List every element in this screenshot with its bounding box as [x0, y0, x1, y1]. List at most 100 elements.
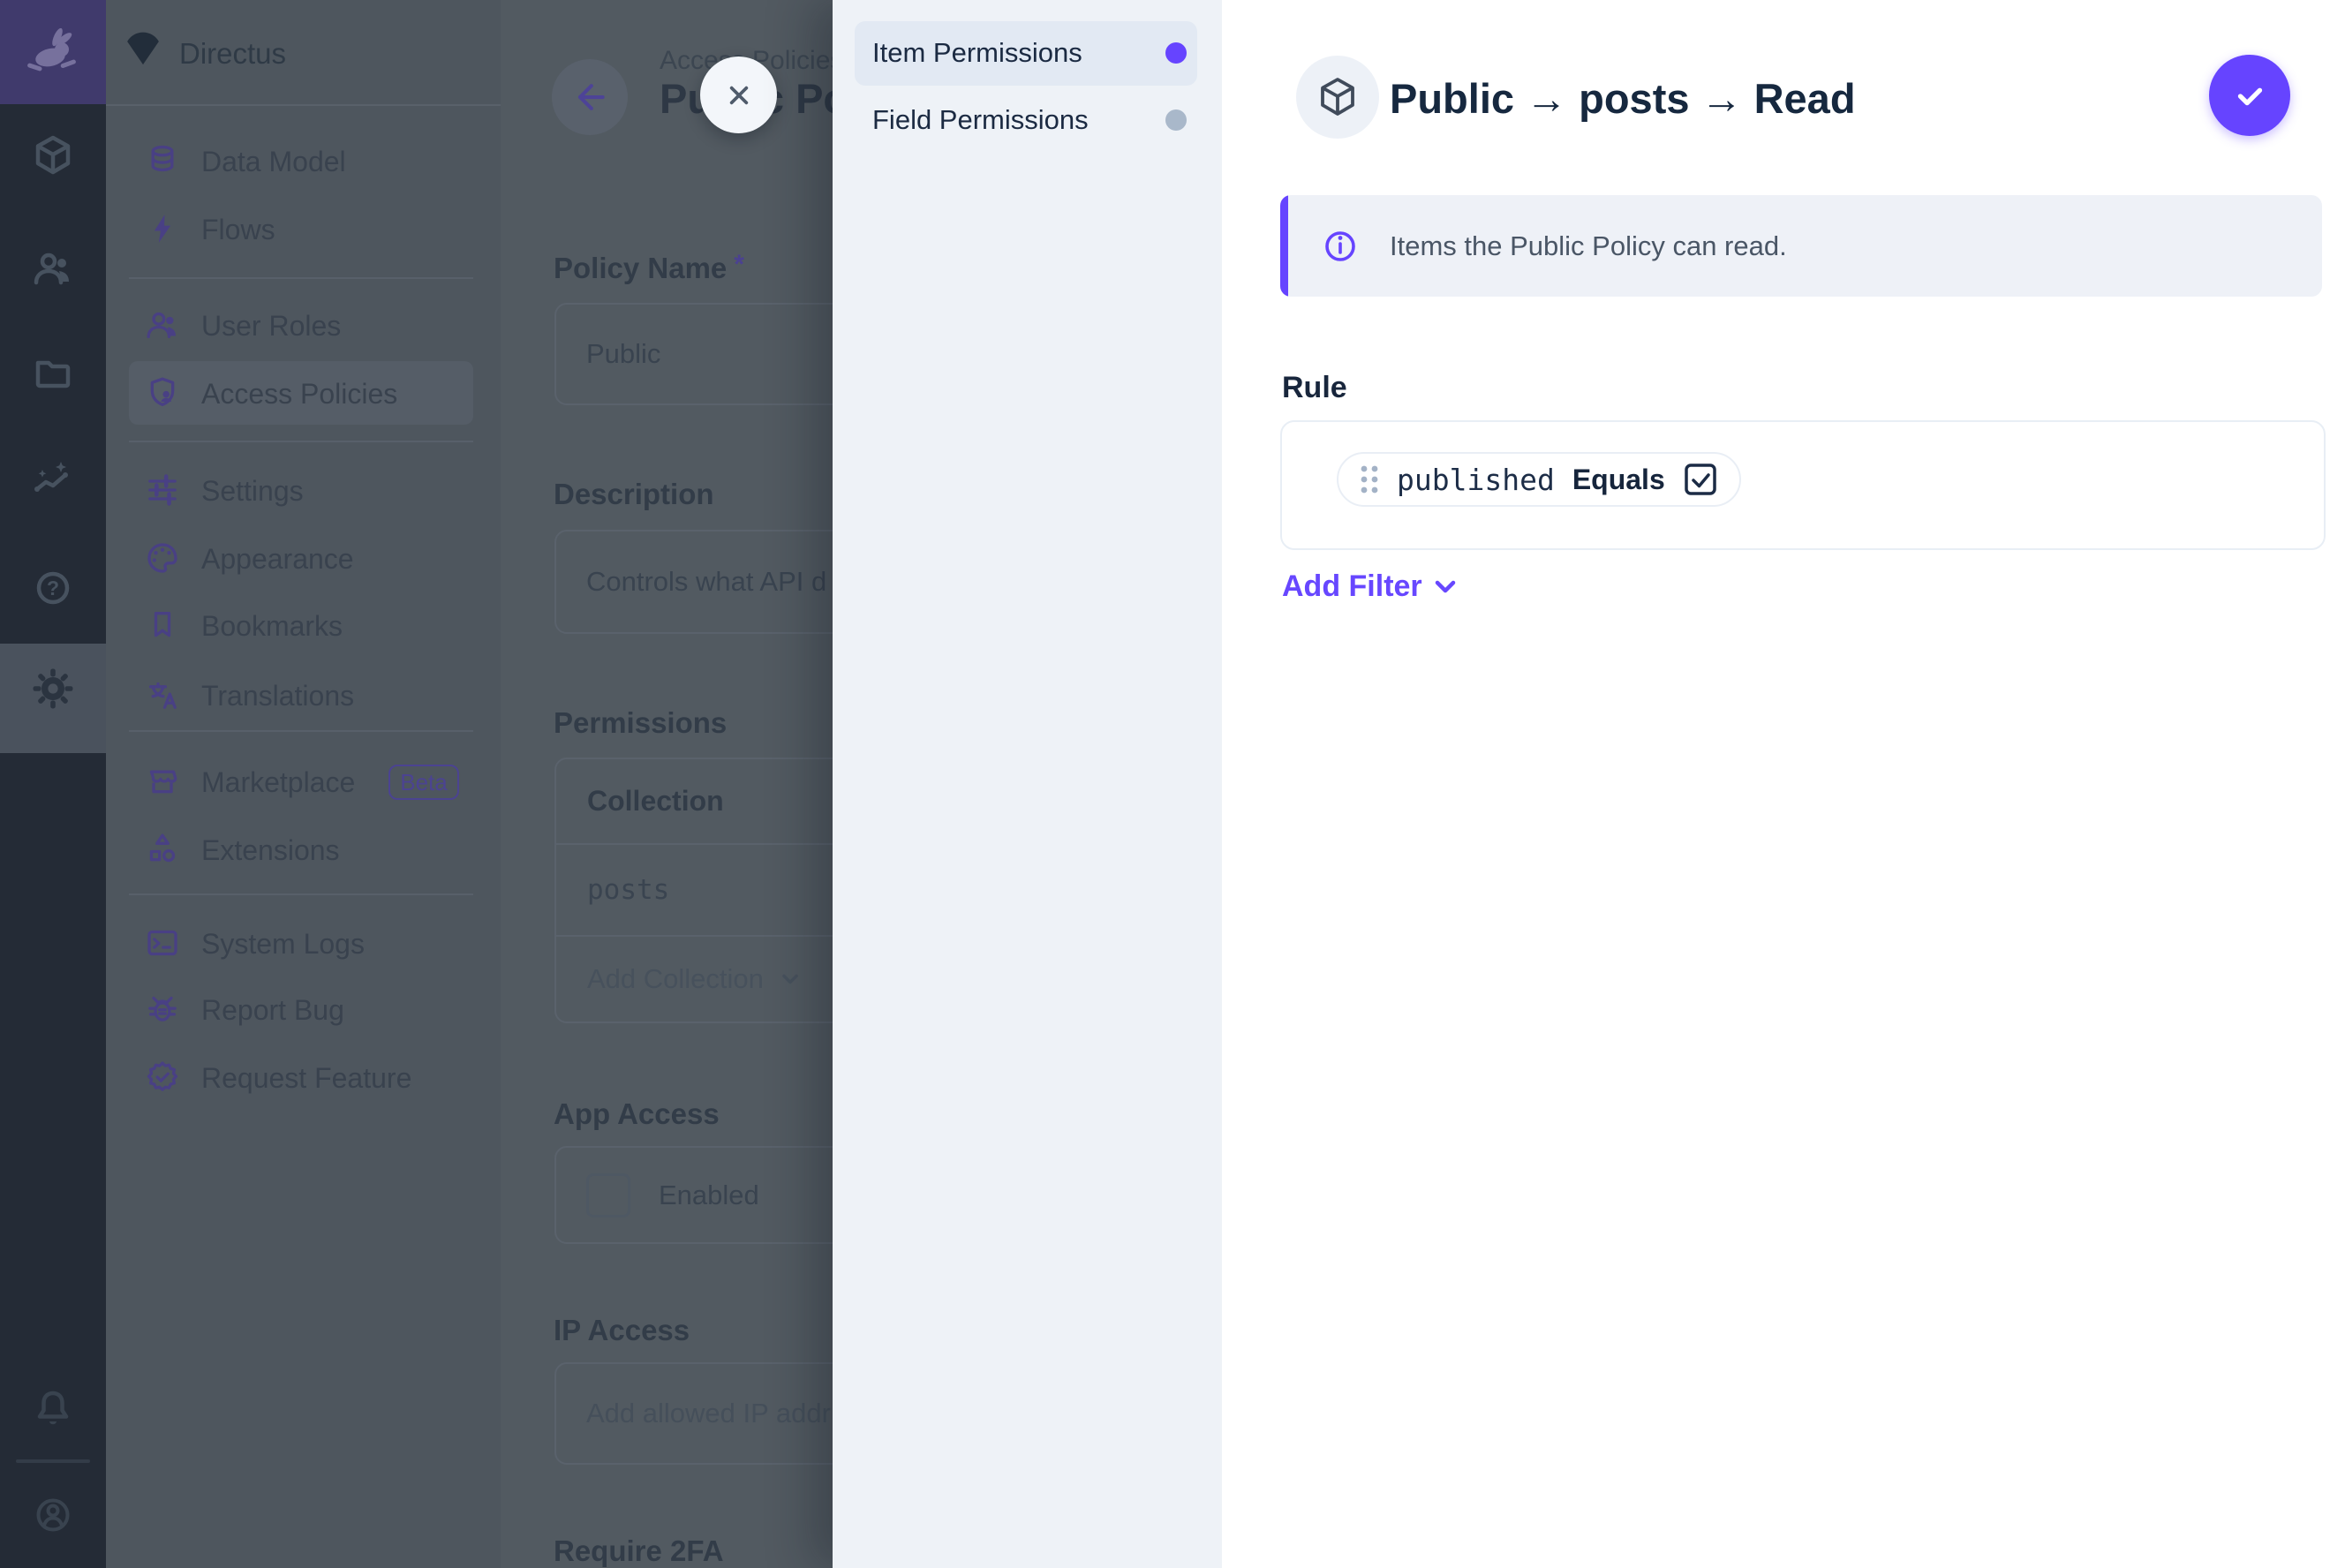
sidebar-item-label: Access Policies [201, 378, 397, 411]
box-icon [1316, 76, 1359, 118]
chevron-down-icon [1431, 573, 1459, 601]
settings-page-dimmed: Access Policies Public Po Policy Name* P… [501, 0, 833, 1568]
bookmark-icon [145, 607, 180, 643]
sidebar-item-data-model[interactable]: Data Model [106, 132, 501, 189]
sidebar-item-label: Appearance [201, 543, 354, 576]
sidebar-item-label: Extensions [201, 834, 340, 867]
drawer-title: Public → posts → Read [1390, 74, 1856, 123]
sidebar-divider [129, 441, 473, 442]
drawer-tab-field-permissions[interactable]: Field Permissions [872, 104, 1089, 136]
permissions-table: Collection posts Add Collection [554, 758, 833, 1023]
sidebar-item-bookmarks[interactable]: Bookmarks [106, 597, 501, 653]
ip-access-placeholder: Add allowed IP addr [586, 1364, 831, 1463]
sidebar-divider [129, 893, 473, 895]
chevron-down-icon [778, 967, 803, 991]
shapes-icon [145, 832, 180, 867]
palette-icon [145, 540, 180, 576]
content-module-icon[interactable] [32, 134, 74, 177]
sidebar-item-label: Data Model [201, 146, 346, 178]
drawer-sidebar: Item Permissions Field Permissions [833, 0, 1222, 1568]
inactive-dot-icon [1165, 109, 1187, 131]
directus-logo-button[interactable] [0, 0, 106, 104]
policy-name-input[interactable]: Public [554, 303, 833, 405]
drag-handle-icon[interactable] [1360, 464, 1379, 494]
insights-module-icon[interactable] [32, 459, 74, 501]
app-root: ? [0, 0, 2345, 1568]
close-icon [721, 78, 757, 113]
sidebar-item-request-feature[interactable]: Request Feature [106, 1049, 501, 1105]
add-collection-button[interactable]: Add Collection [556, 935, 833, 1021]
policy-name-label: Policy Name* [554, 250, 744, 285]
user-directory-module-icon[interactable] [32, 247, 74, 290]
drawer-tab-label[interactable]: Item Permissions [872, 37, 1082, 69]
database-icon [145, 143, 180, 178]
settings-module-icon[interactable] [32, 667, 74, 710]
sidebar-item-system-logs[interactable]: System Logs [106, 915, 501, 971]
rule-label: Rule [1282, 371, 1347, 405]
file-library-module-icon[interactable] [32, 352, 74, 395]
require-2fa-label: Require 2FA [554, 1534, 724, 1568]
info-banner: Items the Public Policy can read. [1280, 195, 2322, 297]
permissions-drawer: Public → posts → Read Items the Public P… [1222, 0, 2345, 1568]
sidebar-divider [129, 730, 473, 732]
ip-access-label: IP Access [554, 1314, 690, 1347]
app-access-field: Enabled [554, 1146, 833, 1244]
sidebar-item-extensions[interactable]: Extensions [106, 821, 501, 878]
help-module-icon[interactable]: ? [32, 567, 74, 609]
sidebar-item-report-bug[interactable]: Report Bug [106, 981, 501, 1037]
filter-pill[interactable]: published Equals [1337, 452, 1741, 507]
filter-field[interactable]: published [1397, 463, 1555, 497]
sidebar-item-settings[interactable]: Settings [106, 462, 501, 518]
rabbit-logo-icon [21, 24, 85, 80]
sidebar-item-label: Marketplace [201, 766, 355, 799]
sidebar-item-user-roles[interactable]: User Roles [106, 297, 501, 353]
sidebar-item-access-policies[interactable]: Access Policies [106, 365, 501, 421]
module-bar: ? [0, 0, 106, 1568]
seal-check-icon [145, 1059, 180, 1095]
rule-filter-area: published Equals [1280, 420, 2326, 550]
notifications-bell-icon[interactable] [32, 1387, 74, 1429]
sidebar-item-appearance[interactable]: Appearance [106, 530, 501, 586]
banner-text: Items the Public Policy can read. [1390, 230, 1787, 262]
project-header[interactable]: Directus [106, 0, 501, 106]
bolt-icon [145, 211, 180, 246]
sidebar-divider [129, 277, 473, 279]
sidebar-item-label: Request Feature [201, 1062, 411, 1095]
sidebar-item-label: User Roles [201, 310, 341, 343]
checked-checkbox-icon[interactable] [1683, 462, 1718, 497]
translate-icon [145, 677, 180, 712]
description-input[interactable]: Controls what API d [554, 530, 833, 634]
sidebar-item-flows[interactable]: Flows [106, 200, 501, 257]
add-filter-button[interactable]: Add Filter [1282, 569, 1459, 604]
app-access-checkbox[interactable] [586, 1173, 630, 1217]
project-name: Directus [179, 37, 286, 71]
description-label: Description [554, 478, 714, 511]
active-dot-icon [1165, 42, 1187, 64]
tune-icon [145, 472, 180, 508]
save-button[interactable] [2209, 55, 2290, 136]
bug-icon [145, 991, 180, 1027]
close-drawer-button[interactable] [700, 57, 777, 133]
sidebar-item-label: Flows [201, 214, 275, 246]
sidebar-item-label: Translations [201, 680, 354, 712]
sidebar-item-label: Report Bug [201, 994, 344, 1027]
banner-accent-bar [1280, 195, 1288, 297]
storefront-icon [145, 764, 180, 799]
svg-text:?: ? [47, 577, 59, 599]
sidebar-item-label: Settings [201, 475, 304, 508]
profile-icon[interactable] [32, 1494, 74, 1536]
sidebar-item-marketplace[interactable]: Marketplace Beta [106, 753, 501, 810]
permissions-row-posts[interactable]: posts [556, 843, 833, 935]
required-mark: * [734, 250, 744, 279]
user-roles-icon [145, 307, 180, 343]
arrow-left-icon [570, 78, 609, 117]
permissions-column-header: Collection [556, 759, 833, 843]
permissions-label: Permissions [554, 706, 727, 740]
back-button[interactable] [552, 59, 628, 135]
sidebar-item-translations[interactable]: Translations [106, 667, 501, 723]
ip-access-input[interactable]: Add allowed IP addr [554, 1362, 833, 1465]
policy-name-value: Public [586, 305, 660, 403]
app-access-label: App Access [554, 1097, 720, 1131]
filter-operator[interactable]: Equals [1572, 464, 1665, 496]
sidebar-item-label: System Logs [201, 928, 365, 961]
